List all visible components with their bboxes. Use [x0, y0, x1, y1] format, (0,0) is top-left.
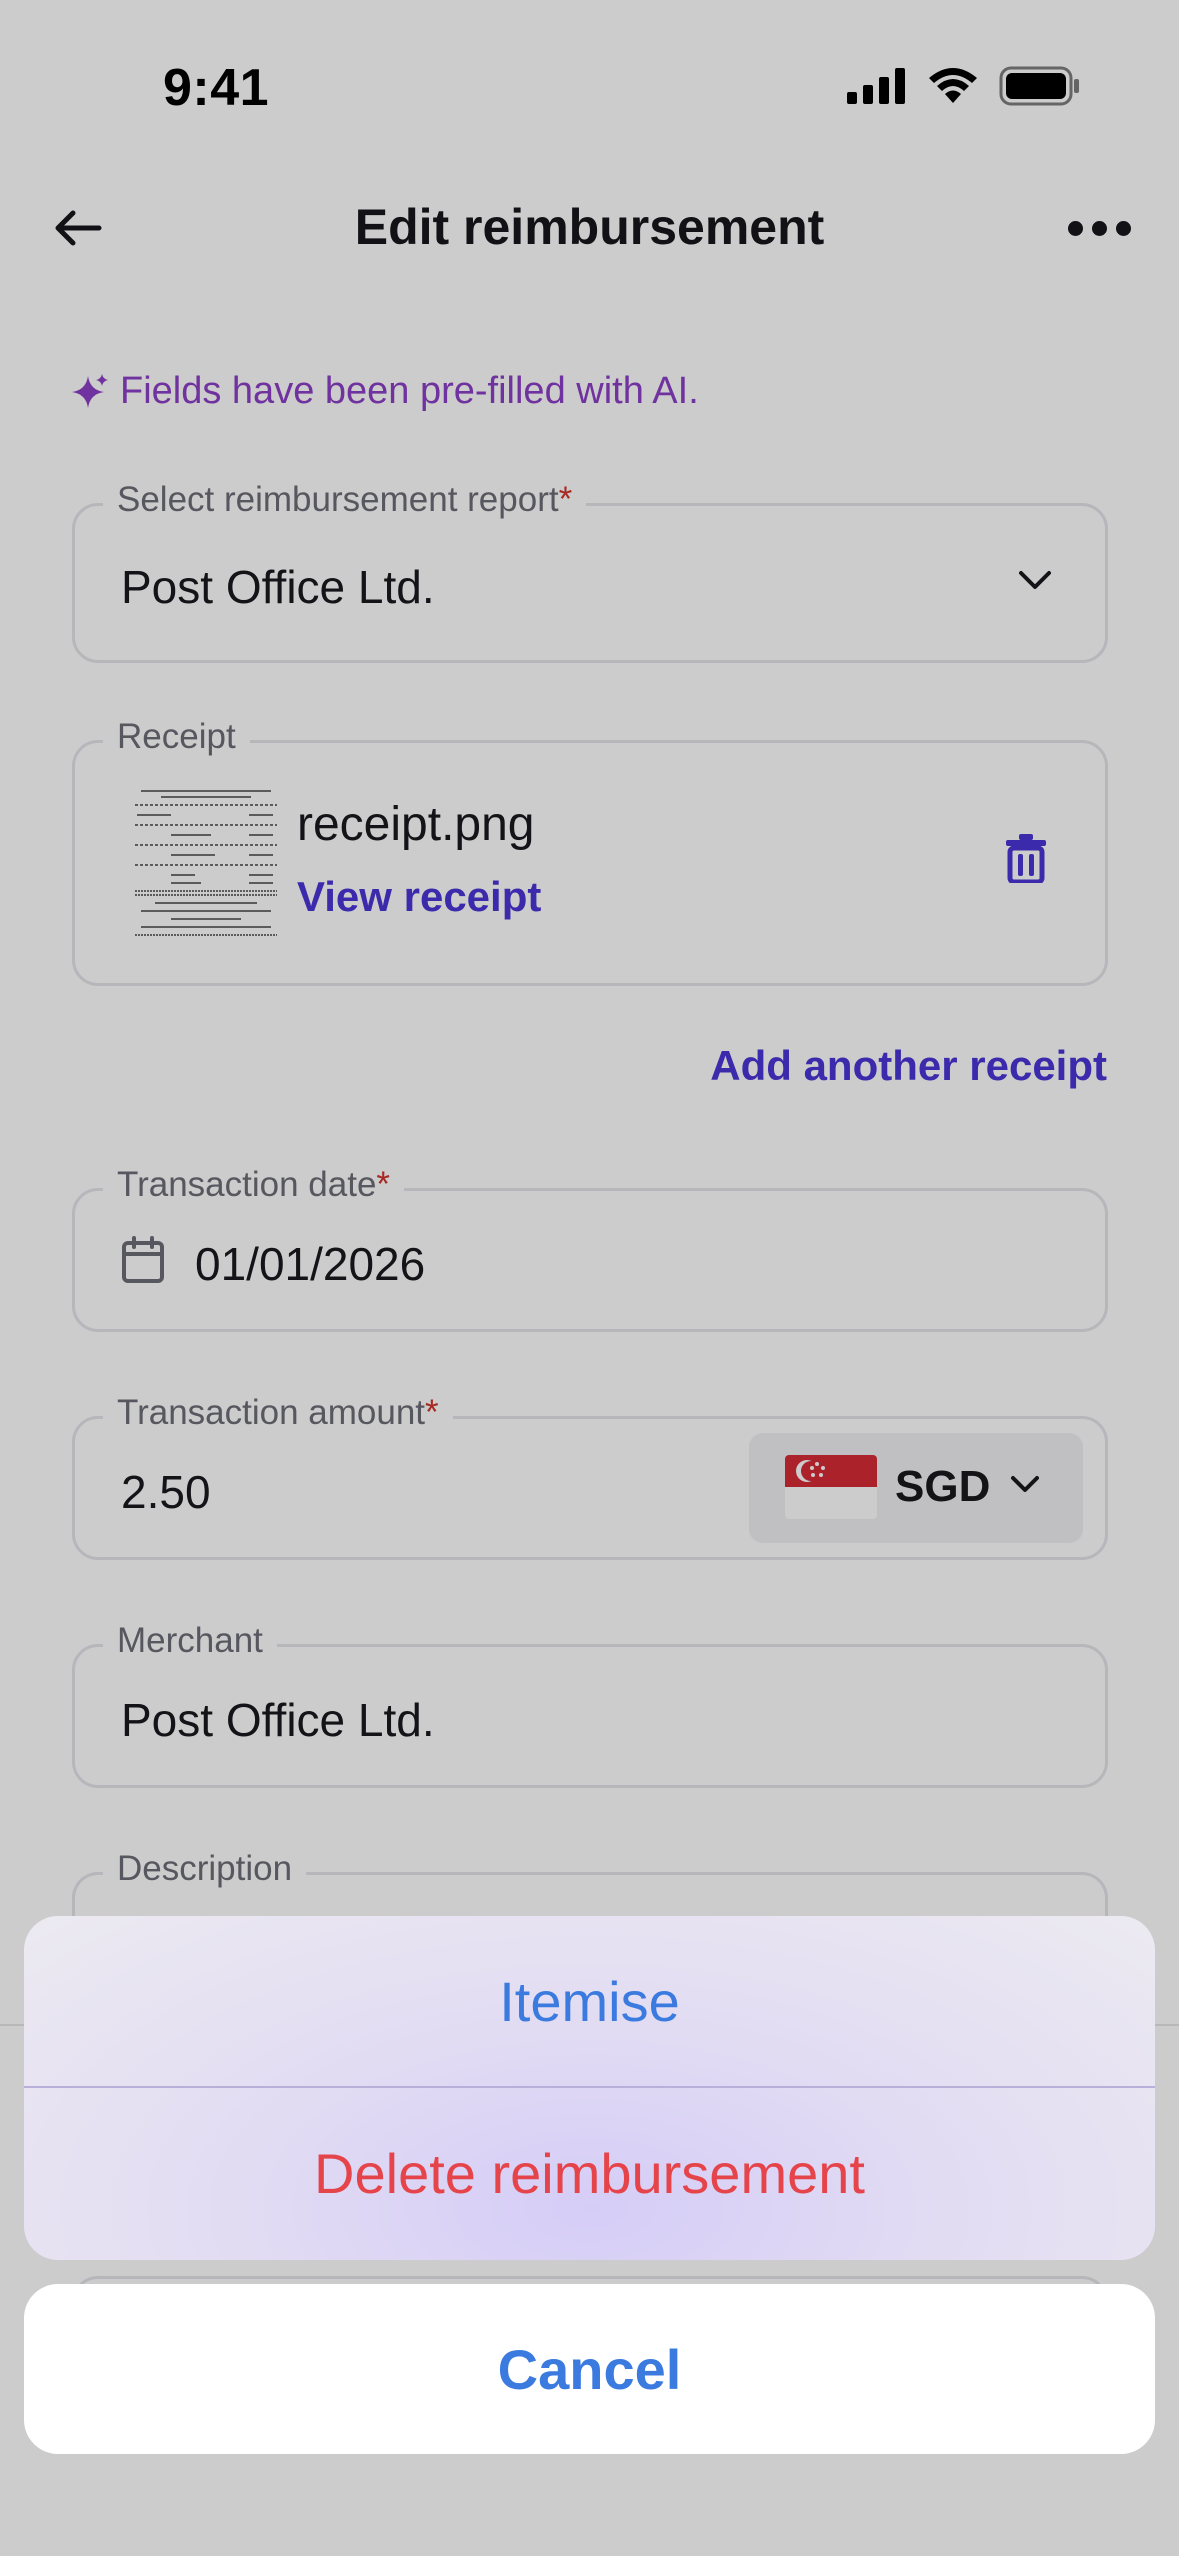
itemise-button[interactable]: Itemise — [24, 1916, 1155, 2086]
action-sheet: Itemise Delete reimbursement — [24, 1916, 1155, 2260]
cancel-button[interactable]: Cancel — [24, 2284, 1155, 2454]
delete-reimbursement-button[interactable]: Delete reimbursement — [24, 2088, 1155, 2258]
